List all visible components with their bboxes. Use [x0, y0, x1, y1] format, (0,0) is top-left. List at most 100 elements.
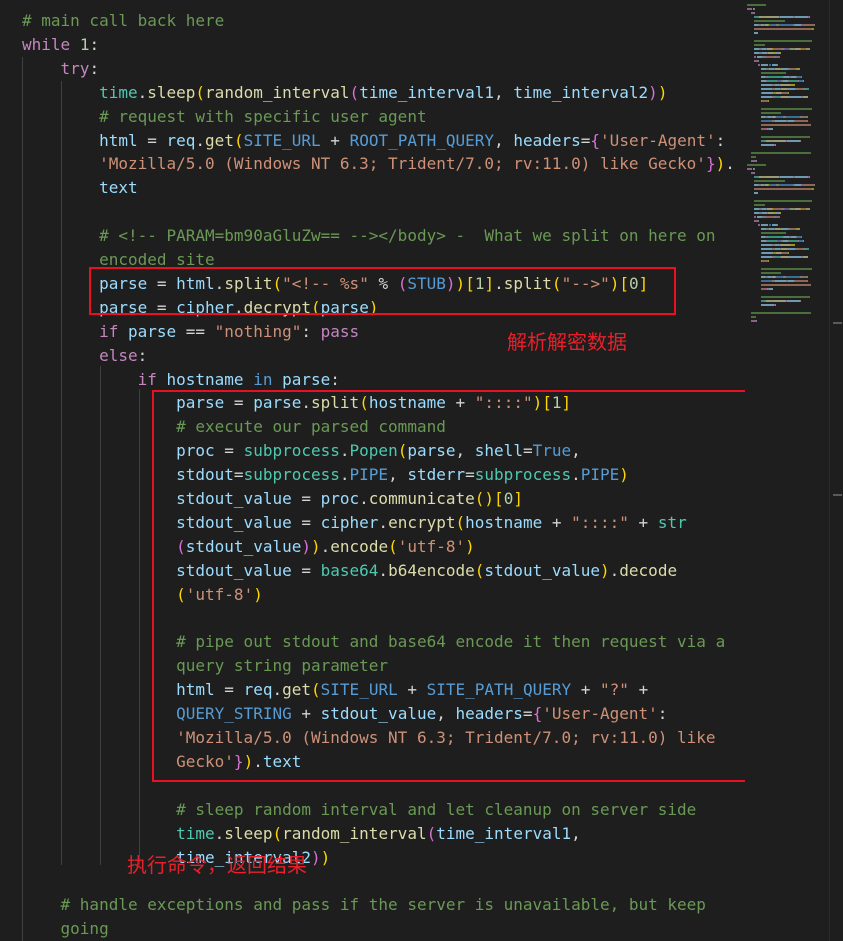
- minimap-line: [761, 224, 768, 226]
- minimap-line: [777, 224, 778, 226]
- minimap-line: [754, 44, 765, 46]
- code-line[interactable]: html = req.get(SITE_URL + ROOT_PATH_QUER…: [22, 129, 725, 153]
- code-line[interactable]: # request with specific user agent: [22, 105, 427, 129]
- code-token: text: [99, 178, 138, 198]
- code-token: hostname: [166, 369, 244, 389]
- minimap-line: [806, 276, 808, 278]
- code-line[interactable]: try:: [22, 57, 100, 81]
- code-line[interactable]: if parse == "nothing": pass: [22, 320, 359, 344]
- code-line[interactable]: # main call back here: [22, 9, 224, 33]
- code-token: :: [137, 345, 148, 365]
- minimap-line: [761, 268, 812, 270]
- code-editor[interactable]: # main call back here while 1: try: time.…: [0, 0, 843, 941]
- minimap[interactable]: [745, 0, 830, 941]
- minimap-line: [772, 300, 786, 302]
- minimap-line: [758, 224, 760, 226]
- minimap-line: [780, 244, 790, 246]
- minimap-line: [787, 140, 800, 142]
- decrypt-highlight-box: [89, 267, 676, 315]
- code-line[interactable]: time.sleep(random_interval(time_interval…: [22, 81, 667, 105]
- code-token: ROOT_PATH_QUERY: [349, 130, 495, 150]
- minimap-line: [786, 276, 800, 278]
- minimap-line: [814, 184, 815, 186]
- code-token: random_interval: [282, 823, 427, 843]
- minimap-line: [788, 88, 795, 90]
- code-token: random_interval: [205, 82, 350, 102]
- code-token: time_interval1: [436, 823, 572, 843]
- minimap-line: [775, 120, 786, 122]
- minimap-line: [761, 256, 772, 258]
- minimap-line: [801, 76, 802, 78]
- minimap-line: [799, 68, 800, 70]
- minimap-line: [754, 12, 755, 14]
- code-token: else: [99, 345, 138, 365]
- code-token: +: [320, 130, 350, 150]
- code-token: if: [99, 321, 119, 341]
- code-token: ): [310, 847, 321, 867]
- code-token: :: [301, 321, 321, 341]
- minimap-line: [761, 64, 768, 66]
- code-token: ,: [571, 823, 581, 843]
- minimap-line: [758, 220, 759, 222]
- minimap-line: [780, 52, 781, 54]
- minimap-line: [761, 112, 781, 114]
- minimap-line: [747, 168, 752, 170]
- minimap-line: [789, 80, 798, 82]
- minimap-line: [761, 124, 811, 126]
- code-token: :: [715, 130, 726, 150]
- code-line[interactable]: # <!-- PARAM=bm90aGluZw== --></body> - W…: [22, 224, 716, 248]
- code-token: parse: [127, 321, 177, 341]
- minimap-line: [761, 136, 810, 138]
- indent-guide: [100, 366, 101, 865]
- minimap-line: [747, 4, 766, 6]
- minimap-line: [786, 116, 800, 118]
- code-line[interactable]: if hostname in parse:: [22, 368, 340, 392]
- code-line[interactable]: text: [22, 176, 138, 200]
- minimap-line: [754, 20, 785, 22]
- code-token: {: [590, 130, 601, 150]
- minimap-line: [766, 216, 774, 218]
- code-token: time_interval1: [359, 82, 495, 102]
- minimap-line: [767, 80, 776, 82]
- code-token: sleep: [147, 82, 196, 102]
- minimap-line: [803, 256, 808, 258]
- code-line[interactable]: # sleep random interval and let cleanup …: [22, 798, 696, 822]
- code-line[interactable]: else:: [22, 344, 147, 368]
- code-token: .: [195, 130, 206, 150]
- execute-highlight-box: [152, 390, 773, 782]
- code-token: "nothing": [214, 321, 302, 341]
- minimap-line: [761, 232, 786, 234]
- code-line[interactable]: 'Mozilla/5.0 (Windows NT 6.3; Trident/7.…: [22, 152, 735, 176]
- minimap-line: [809, 48, 810, 50]
- minimap-line: [747, 8, 752, 10]
- code-line[interactable]: going: [22, 917, 109, 941]
- code-token: :: [89, 34, 100, 54]
- minimap-line: [780, 84, 790, 86]
- vertical-scrollbar[interactable]: [829, 0, 843, 941]
- execute-annotation: 执行命令，返回结果: [127, 853, 307, 877]
- minimap-line: [769, 224, 771, 226]
- code-line[interactable]: while 1:: [22, 33, 99, 57]
- indent-guide: [139, 389, 140, 865]
- code-line[interactable]: # handle exceptions and pass if the serv…: [22, 893, 706, 917]
- minimap-line: [809, 16, 810, 18]
- code-token: ,: [494, 82, 514, 102]
- minimap-line: [761, 84, 772, 86]
- code-token: get: [205, 130, 234, 150]
- minimap-line: [768, 100, 769, 102]
- indent-guide: [22, 57, 23, 941]
- minimap-line: [754, 192, 758, 194]
- minimap-line: [803, 240, 804, 242]
- code-line[interactable]: time.sleep(random_interval(time_interval…: [22, 822, 581, 846]
- minimap-line: [773, 48, 781, 50]
- code-token: # <!-- PARAM=bm90aGluZw== --></body> - W…: [99, 226, 716, 246]
- code-token: ): [320, 847, 331, 867]
- minimap-line: [761, 88, 772, 90]
- minimap-line: [799, 228, 800, 230]
- minimap-line: [766, 56, 774, 58]
- code-token: # request with specific user agent: [99, 106, 427, 126]
